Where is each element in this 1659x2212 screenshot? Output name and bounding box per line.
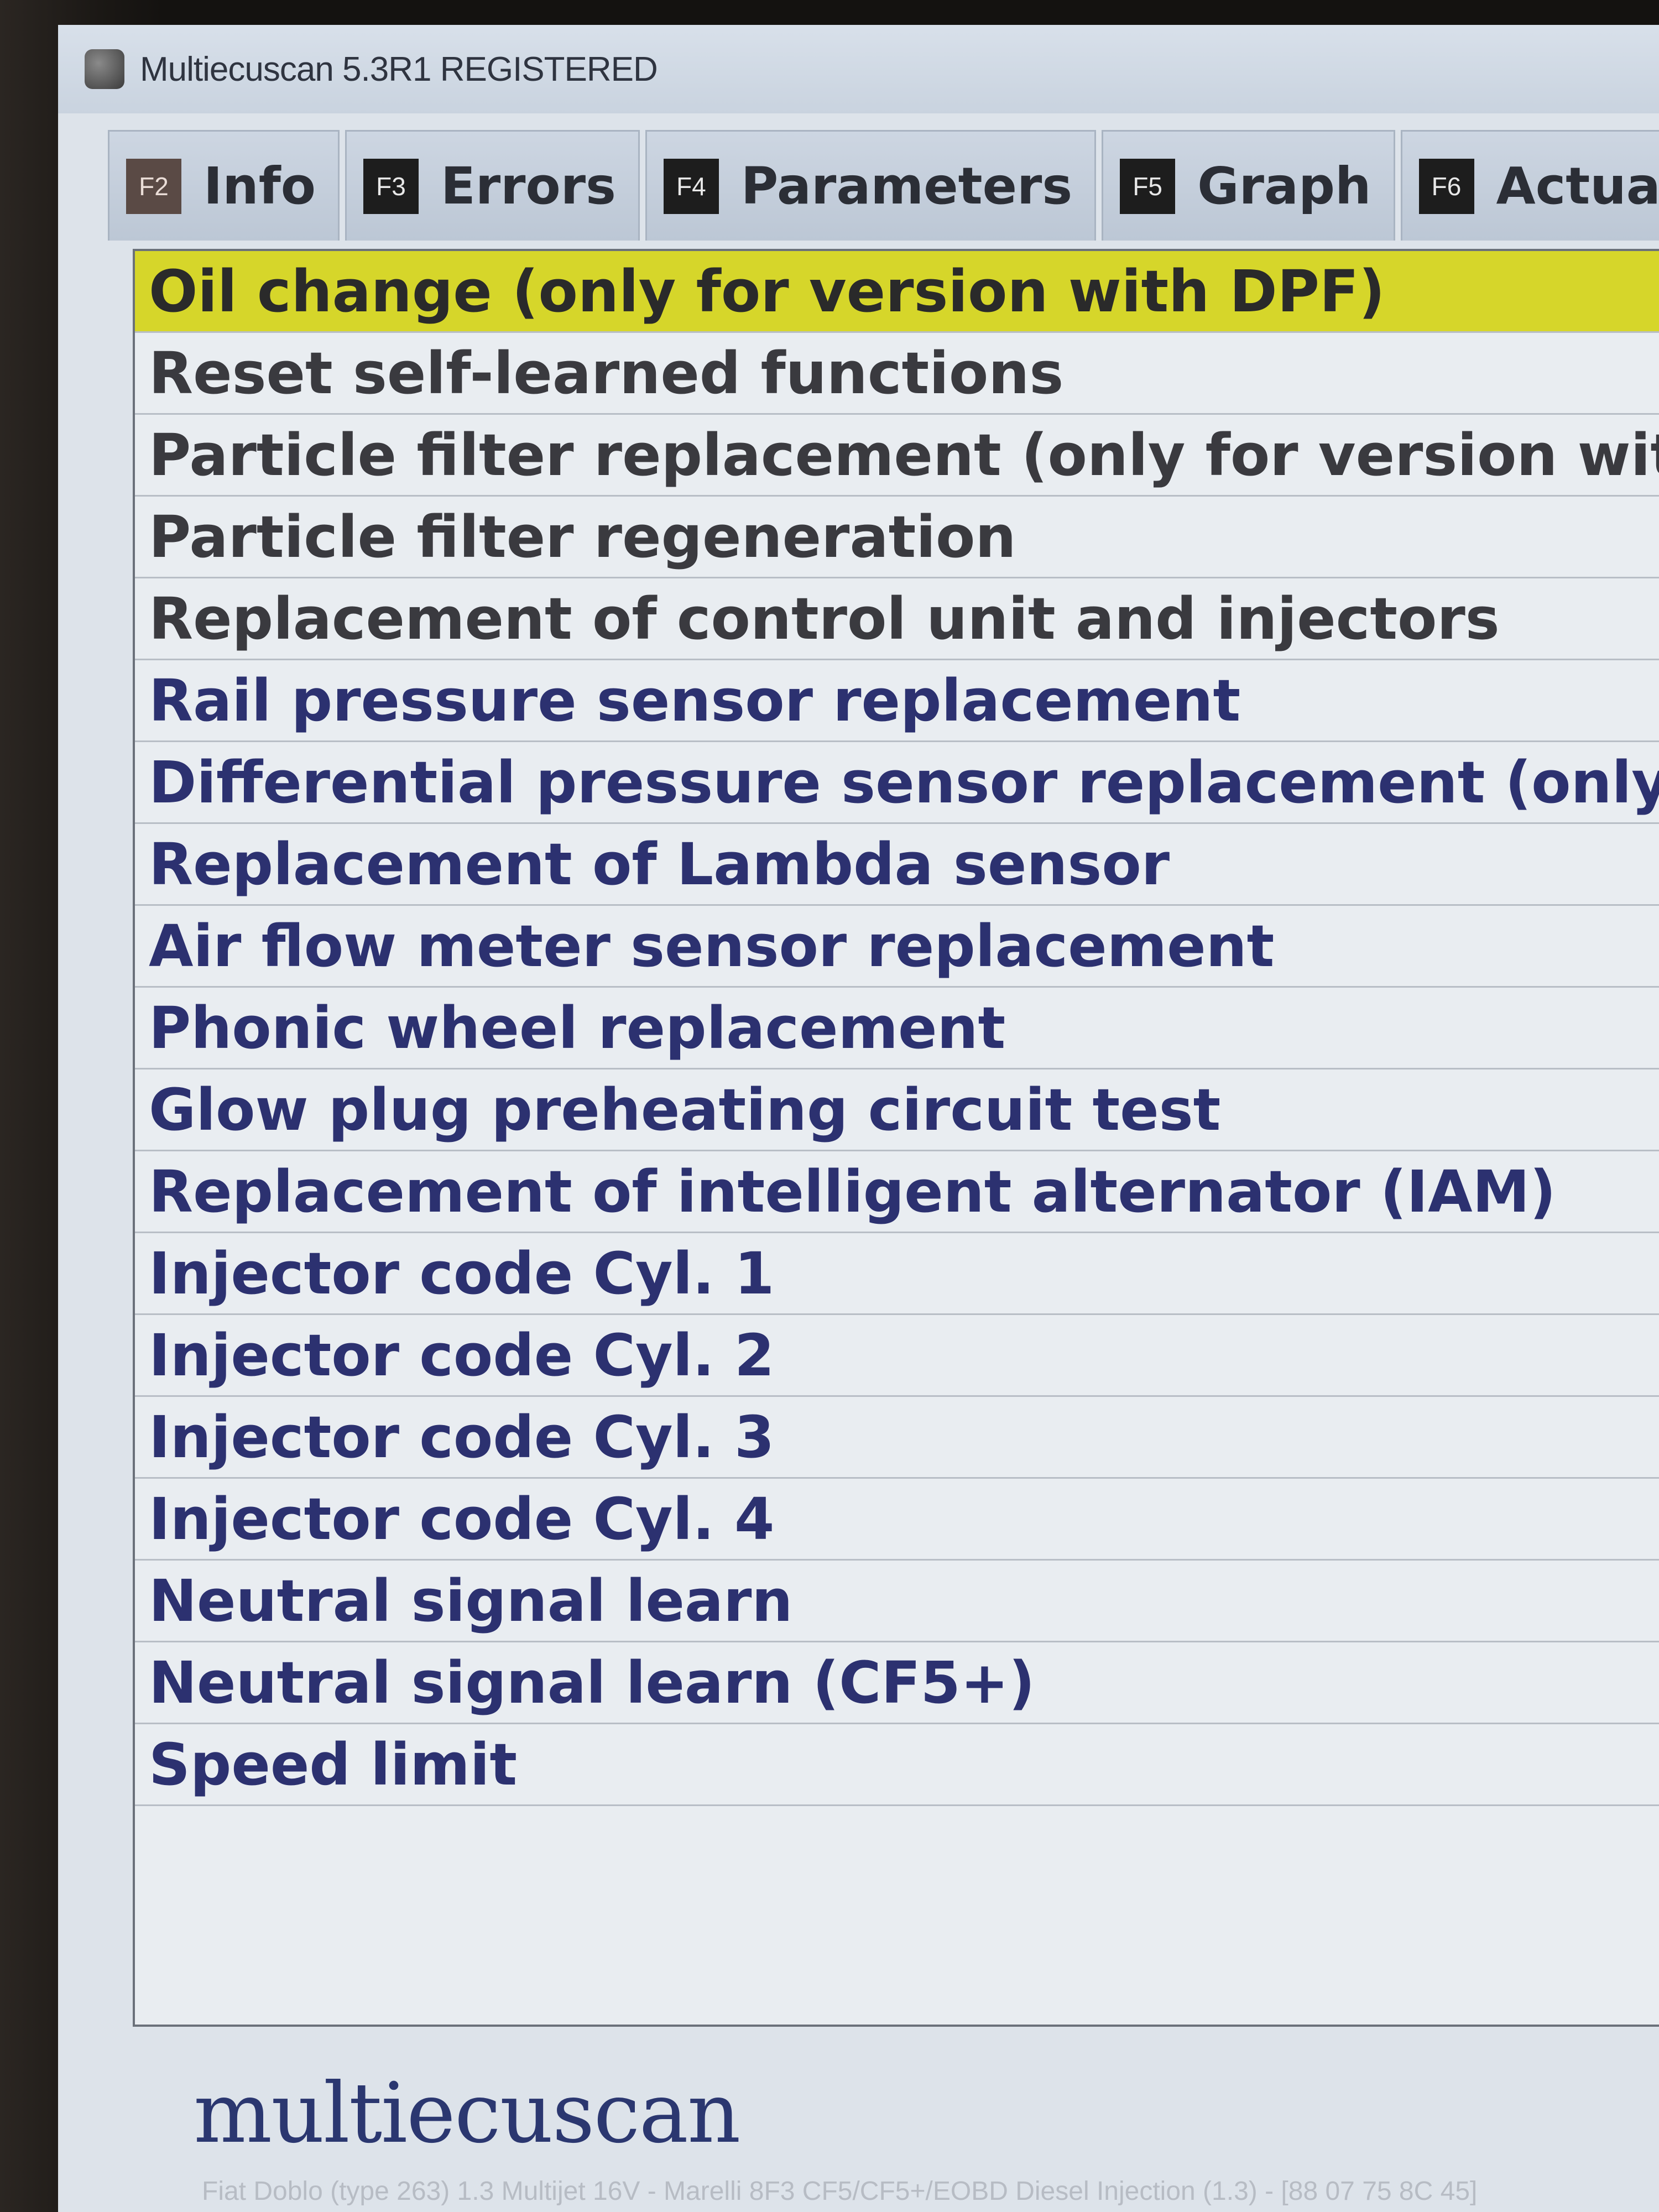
vehicle-status-text: Fiat Doblo (type 263) 1.3 Multijet 16V -… xyxy=(202,2177,1478,2206)
title-bar: Multiecuscan 5.3R1 REGISTERED xyxy=(58,25,1659,113)
tab-graph[interactable]: F5 Graph xyxy=(1102,130,1395,241)
list-item-label: Injector code Cyl. 1 xyxy=(149,1239,775,1307)
tab-label: Graph xyxy=(1197,156,1371,216)
list-item[interactable]: Glow plug preheating circuit test xyxy=(135,1070,1659,1151)
function-tab-bar: F2 Info F3 Errors F4 Parameters F5 Graph… xyxy=(108,130,1659,249)
list-item-label: Injector code Cyl. 3 xyxy=(149,1403,775,1471)
list-item[interactable]: Air flow meter sensor replacement xyxy=(135,906,1659,988)
list-item[interactable]: Injector code Cyl. 4 xyxy=(135,1479,1659,1561)
list-item[interactable]: Replacement of Lambda sensor xyxy=(135,824,1659,906)
tab-errors[interactable]: F3 Errors xyxy=(345,130,640,241)
f5-key-icon: F5 xyxy=(1120,158,1176,214)
list-item[interactable]: Speed limit xyxy=(135,1724,1659,1806)
list-item[interactable]: Replacement of control unit and injector… xyxy=(135,578,1659,660)
list-item-label: Injector code Cyl. 4 xyxy=(149,1485,775,1553)
app-logo-icon xyxy=(85,49,124,89)
list-item-label: Phonic wheel replacement xyxy=(149,994,1006,1062)
list-item[interactable]: Reset self-learned functions xyxy=(135,333,1659,415)
list-item[interactable]: Neutral signal learn xyxy=(135,1561,1659,1642)
tab-parameters[interactable]: F4 Parameters xyxy=(645,130,1097,241)
list-item-label: Injector code Cyl. 2 xyxy=(149,1321,775,1389)
tab-actuations[interactable]: F6 Actuat xyxy=(1400,130,1659,241)
tab-label: Actuat xyxy=(1496,156,1659,216)
list-item-label: Particle filter regeneration xyxy=(149,503,1016,571)
tab-label: Errors xyxy=(440,156,616,216)
list-item-label: Replacement of Lambda sensor xyxy=(149,830,1170,898)
list-item[interactable]: Differential pressure sensor replacement… xyxy=(135,742,1659,824)
multiecuscan-logo: multiecuscan xyxy=(194,2065,740,2162)
f4-key-icon: F4 xyxy=(663,158,719,214)
list-item-label: Oil change (only for version with DPF) xyxy=(149,257,1385,325)
app-window: Multiecuscan 5.3R1 REGISTERED F2 Info F3… xyxy=(58,25,1659,2212)
list-item-label: Differential pressure sensor replacement… xyxy=(149,748,1659,816)
list-item-label: Glow plug preheating circuit test xyxy=(149,1076,1221,1144)
procedure-list[interactable]: Oil change (only for version with DPF) R… xyxy=(133,249,1659,2027)
list-item-label: Neutral signal learn xyxy=(149,1567,793,1635)
list-empty-area xyxy=(135,1806,1659,2083)
list-item[interactable]: Replacement of intelligent alternator (I… xyxy=(135,1151,1659,1233)
tab-info[interactable]: F2 Info xyxy=(108,130,340,241)
list-item-selected[interactable]: Oil change (only for version with DPF) xyxy=(135,251,1659,333)
list-item[interactable]: Particle filter regeneration xyxy=(135,497,1659,578)
tab-label: Info xyxy=(204,156,316,216)
list-item-label: Neutral signal learn (CF5+) xyxy=(149,1648,1035,1717)
list-item[interactable]: Phonic wheel replacement xyxy=(135,988,1659,1070)
list-item-label: Speed limit xyxy=(149,1730,518,1798)
f2-key-icon: F2 xyxy=(126,158,181,214)
tab-label: Parameters xyxy=(740,156,1073,216)
list-item[interactable]: Injector code Cyl. 2 xyxy=(135,1315,1659,1397)
list-item[interactable]: Rail pressure sensor replacement xyxy=(135,660,1659,742)
list-item[interactable]: Injector code Cyl. 3 xyxy=(135,1397,1659,1479)
window-title: Multiecuscan 5.3R1 REGISTERED xyxy=(140,50,658,88)
list-item[interactable]: Particle filter replacement (only for ve… xyxy=(135,415,1659,497)
list-item-label: Reset self-learned functions xyxy=(149,339,1064,407)
list-item[interactable]: Neutral signal learn (CF5+) xyxy=(135,1642,1659,1724)
list-item[interactable]: Injector code Cyl. 1 xyxy=(135,1233,1659,1315)
list-item-label: Air flow meter sensor replacement xyxy=(149,912,1275,980)
f6-key-icon: F6 xyxy=(1418,158,1474,214)
list-item-label: Rail pressure sensor replacement xyxy=(149,666,1241,734)
list-item-label: Particle filter replacement (only for ve… xyxy=(149,421,1659,489)
list-item-label: Replacement of intelligent alternator (I… xyxy=(149,1157,1556,1225)
f3-key-icon: F3 xyxy=(363,158,419,214)
list-item-label: Replacement of control unit and injector… xyxy=(149,585,1500,653)
